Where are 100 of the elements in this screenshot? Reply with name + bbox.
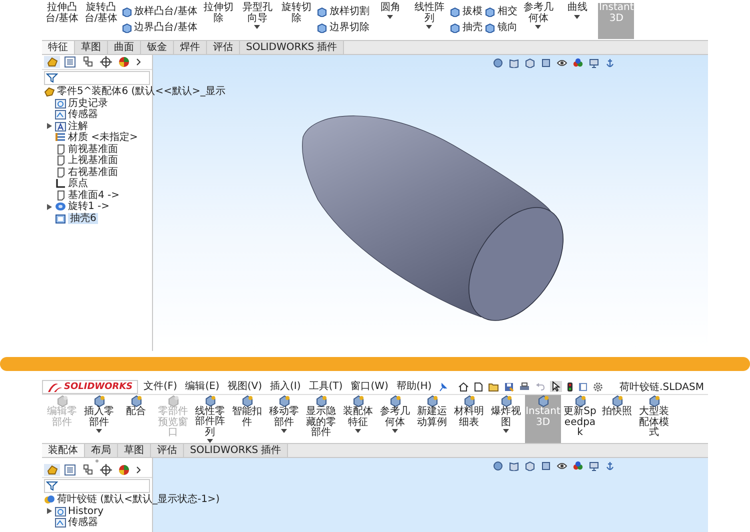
tree-item[interactable]: 传感器 [68, 517, 98, 528]
tree-item[interactable]: 旋转1 -> [68, 201, 110, 212]
ribbon-button[interactable]: 相交 [485, 6, 518, 18]
property-tab-icon[interactable] [62, 464, 78, 476]
tab[interactable]: 评估 [207, 41, 240, 54]
save-icon[interactable] [504, 382, 514, 392]
dropdown-caret-icon[interactable] [254, 25, 260, 29]
feature-tree-tab-icon[interactable] [44, 56, 60, 68]
dropdown-caret-icon[interactable] [426, 25, 432, 29]
ribbon-button[interactable]: 材料明细表 [451, 395, 487, 443]
document-icon[interactable] [474, 382, 483, 392]
ribbon-button[interactable]: 边界凸台/基体 [122, 22, 198, 34]
ribbon-button[interactable]: 线性零部件阵列 [192, 395, 228, 443]
dropdown-caret-icon[interactable] [535, 25, 542, 29]
tab[interactable]: 特征 [42, 41, 75, 54]
tree-item[interactable]: History [68, 506, 104, 517]
anchor-icon[interactable] [605, 461, 615, 471]
book-icon[interactable] [509, 461, 519, 471]
gear-icon[interactable] [592, 382, 603, 392]
filter-icon[interactable] [46, 481, 58, 491]
tree-item[interactable]: 历史记录 [68, 98, 108, 109]
menu-item[interactable]: 文件(F) [142, 380, 180, 394]
dropdown-caret-icon[interactable] [355, 429, 361, 433]
tab[interactable]: 布局 [85, 444, 118, 457]
appearance-tab-icon[interactable] [116, 56, 132, 68]
ribbon-button[interactable]: 拉伸凸台/基体 [44, 3, 80, 39]
ribbon-button[interactable]: 放样凸台/基体 [122, 6, 198, 18]
tree-item[interactable]: 右视基准面 [68, 166, 118, 178]
tab[interactable]: 装配体 [42, 444, 85, 457]
color-spheres-icon[interactable] [573, 58, 583, 68]
tab[interactable]: 曲面 [108, 41, 141, 54]
ribbon-button[interactable]: 镜向 [485, 22, 518, 34]
menu-item[interactable]: 帮助(H) [394, 380, 434, 394]
ribbon-button[interactable]: 移动零部件 [266, 395, 302, 443]
box-icon[interactable] [541, 461, 551, 471]
tree-item[interactable]: 基准面4 -> [68, 190, 120, 201]
printer-icon[interactable] [518, 382, 530, 392]
expand-arrow-icon[interactable] [46, 123, 52, 130]
tab[interactable]: SOLIDWORKS 插件 [240, 41, 344, 54]
traffic-light-icon[interactable] [566, 382, 573, 392]
menu-item[interactable]: 视图(V) [225, 380, 264, 394]
feature-tree-tab-icon[interactable] [44, 464, 60, 476]
tree-item[interactable]: 材质 <未指定> [68, 132, 138, 144]
ribbon-button[interactable]: 异型孔向导 [239, 3, 276, 39]
expand-arrow-icon[interactable] [46, 204, 52, 210]
tree-item[interactable]: 传感器 [68, 109, 98, 120]
cube-icon[interactable] [525, 461, 535, 471]
dropdown-caret-icon[interactable] [503, 429, 509, 433]
panel-icon[interactable] [578, 382, 588, 392]
menu-item[interactable]: 插入(I) [268, 380, 303, 394]
tree-item[interactable]: 前视基准面 [68, 144, 118, 155]
tree-item[interactable]: 原点 [68, 178, 88, 190]
expand-arrow-icon[interactable] [46, 508, 52, 514]
anchor-icon[interactable] [605, 58, 615, 68]
grip-dot-icon[interactable] [95, 458, 99, 462]
tab[interactable]: 钣金 [141, 41, 174, 54]
ribbon-button[interactable]: 配合 [118, 395, 154, 443]
dropdown-caret-icon[interactable] [392, 429, 398, 433]
ribbon-button[interactable]: 爆炸视图 [488, 395, 524, 443]
tree-item[interactable]: 注解 [68, 120, 88, 132]
folder-icon[interactable] [488, 382, 499, 392]
ribbon-button[interactable]: 新建运动算例 [414, 395, 450, 443]
pointer-icon[interactable] [550, 381, 562, 392]
tree-item[interactable]: 抽壳6 [68, 212, 98, 224]
ribbon-button[interactable]: 边界切除 [317, 22, 370, 34]
cube-icon[interactable] [525, 58, 535, 68]
monitor-icon[interactable] [589, 58, 599, 68]
ribbon-button[interactable]: 大型装配体模式 [636, 395, 672, 443]
ribbon-button[interactable]: 线性阵列 [411, 3, 448, 39]
eye-icon[interactable] [557, 58, 567, 68]
ribbon-button[interactable]: 旋转切除 [278, 3, 314, 39]
eye-icon[interactable] [557, 461, 567, 471]
home-icon[interactable] [458, 382, 469, 392]
ribbon-button[interactable]: 拉伸切除 [200, 3, 236, 39]
book-icon[interactable] [509, 58, 519, 68]
ribbon-button[interactable]: 拍快照 [599, 395, 635, 443]
tree-item[interactable]: 上视基准面 [68, 155, 118, 166]
tab[interactable]: 焊件 [174, 41, 207, 54]
appearance-tab-icon[interactable] [116, 464, 132, 476]
dropdown-caret-icon[interactable] [387, 14, 394, 18]
property-tab-icon[interactable] [62, 56, 78, 68]
filter-icon[interactable] [46, 73, 58, 83]
menu-item[interactable]: 工具(T) [306, 380, 345, 394]
dropdown-caret-icon[interactable] [574, 14, 580, 18]
ribbon-button[interactable]: 曲线 [559, 3, 596, 39]
ribbon-button[interactable]: 更新Speedpak [562, 395, 598, 443]
ribbon-button[interactable]: 旋转凸台/基体 [83, 3, 119, 39]
ribbon-button[interactable]: 插入零部件 [81, 395, 117, 443]
ribbon-button[interactable]: 圆角 [372, 3, 408, 39]
ribbon-button[interactable]: 抽壳 [450, 22, 482, 34]
tab[interactable]: 评估 [151, 444, 184, 457]
ribbon-button[interactable]: 智能扣件 [229, 395, 265, 443]
crosshair-tab-icon[interactable] [98, 464, 114, 476]
crosshair-tab-icon[interactable] [98, 56, 114, 68]
monitor-icon[interactable] [589, 461, 599, 471]
menu-item[interactable]: 窗口(W) [348, 380, 390, 394]
ribbon-button[interactable]: 放样切割 [317, 6, 370, 18]
ribbon-button[interactable]: 拔模 [450, 6, 482, 18]
pin-icon[interactable] [438, 382, 448, 392]
tab[interactable]: 草图 [118, 444, 151, 457]
